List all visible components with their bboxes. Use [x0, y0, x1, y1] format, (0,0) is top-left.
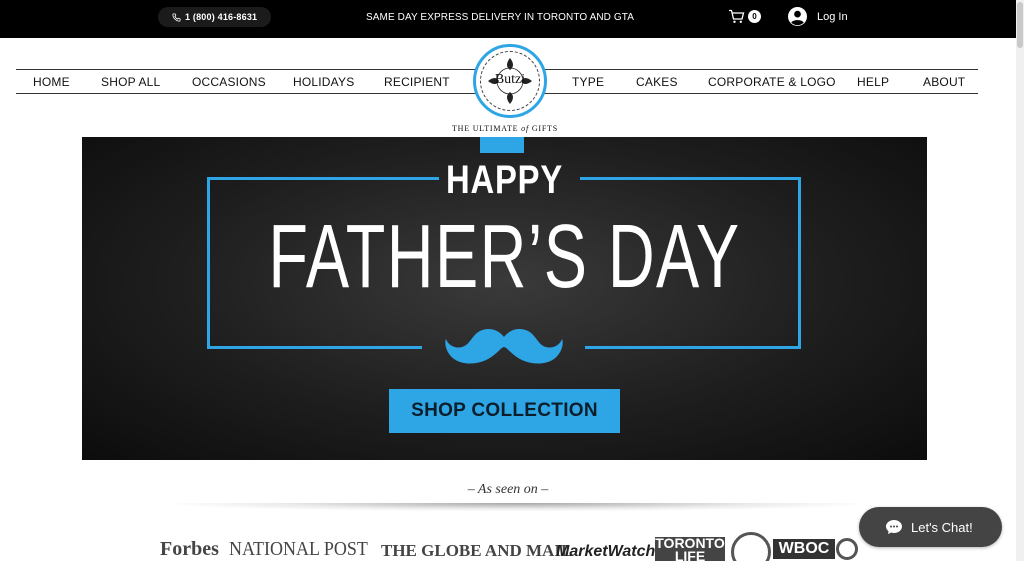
- banner-headline: FATHER’S DAY: [268, 207, 741, 307]
- cart-icon: [729, 9, 745, 23]
- nav-about[interactable]: ABOUT: [923, 75, 965, 89]
- press-logo-wboc: WBOC: [773, 539, 835, 559]
- nav-help[interactable]: HELP: [857, 75, 889, 89]
- nav-shop-all[interactable]: SHOP ALL: [101, 75, 160, 89]
- user-avatar-icon: [788, 7, 807, 26]
- nav-holidays[interactable]: HOLIDAYS: [293, 75, 354, 89]
- page-scrollbar[interactable]: [1016, 0, 1024, 561]
- login-button[interactable]: Log In: [788, 7, 848, 26]
- section-divider-shadow: [178, 503, 858, 511]
- press-eye-icon: [836, 538, 858, 560]
- as-seen-on-heading: – As seen on –: [467, 482, 549, 497]
- banner-happy-text: HAPPY: [445, 158, 564, 202]
- nav-cakes[interactable]: CAKES: [636, 75, 678, 89]
- press-logo-national-post: NATIONAL POST: [229, 538, 368, 560]
- chat-label: Let's Chat!: [911, 519, 973, 535]
- brand-logo[interactable]: Butzi: [473, 44, 547, 118]
- press-seal-icon: [731, 532, 771, 561]
- mustache-icon: [445, 329, 563, 364]
- press-logo-toronto-life: TORONTO LIFE: [655, 537, 725, 561]
- press-logo-globe-and-mail: THE GLOBE AND MAIL: [381, 541, 573, 560]
- nav-type[interactable]: TYPE: [572, 75, 604, 89]
- cart-button[interactable]: 0: [728, 9, 761, 24]
- press-logo-marketwatch: MarketWatch: [556, 543, 656, 560]
- press-logo-forbes: Forbes: [160, 538, 219, 560]
- logo-wordmark: Butzi: [494, 72, 526, 87]
- nav-home[interactable]: HOME: [33, 75, 70, 89]
- fathers-day-hero-banner[interactable]: HAPPY FATHER’S DAY SHOP COLLECTION: [82, 137, 927, 460]
- delivery-announcement: SAME DAY EXPRESS DELIVERY IN TORONTO AND…: [366, 12, 634, 23]
- shop-collection-button[interactable]: SHOP COLLECTION: [389, 389, 620, 433]
- chat-bubble-icon: [886, 520, 902, 534]
- banner-accent-tab: [480, 137, 524, 153]
- chat-button[interactable]: Let's Chat!: [859, 507, 1002, 547]
- frame-bottom-left: [207, 346, 422, 349]
- nav-corporate-logo[interactable]: CORPORATE & LOGO: [708, 75, 836, 89]
- nav-recipient[interactable]: RECIPIENT: [384, 75, 450, 89]
- top-announcement-bar: 1 (800) 416-8631 SAME DAY EXPRESS DELIVE…: [0, 0, 1016, 38]
- cart-count-badge: 0: [748, 10, 761, 23]
- scrollbar-thumb[interactable]: [1017, 2, 1023, 48]
- login-label: Log In: [817, 10, 848, 23]
- frame-bottom-right: [585, 346, 801, 349]
- brand-tagline: THE ULTIMATE of GIFTS: [451, 124, 559, 133]
- nav-occasions[interactable]: OCCASIONS: [192, 75, 266, 89]
